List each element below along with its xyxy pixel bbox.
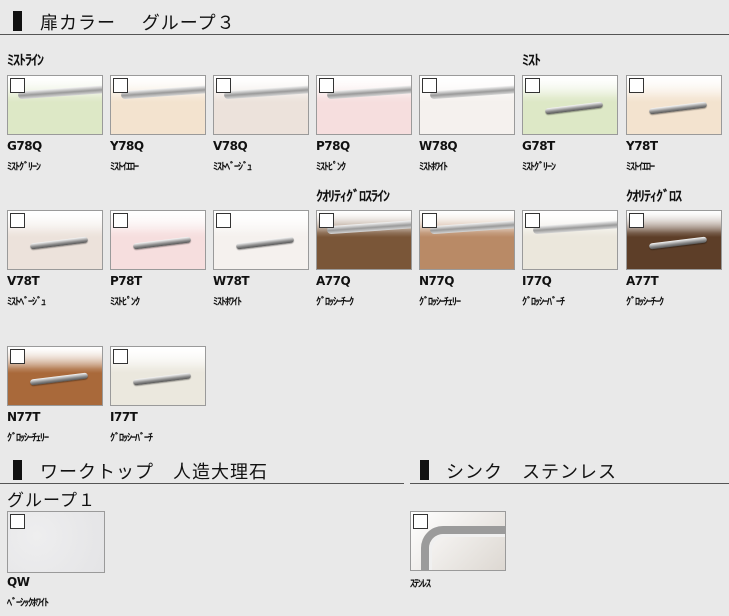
swatch-name: ﾐｽﾄﾍﾞｰｼﾞｭ bbox=[7, 297, 46, 308]
swatch-name: ﾐｽﾄｸﾞﾘｰﾝ bbox=[522, 162, 556, 173]
checkbox[interactable] bbox=[413, 514, 428, 529]
swatch-name: ﾐｽﾄﾋﾟﾝｸ bbox=[110, 297, 140, 308]
checkbox[interactable] bbox=[216, 213, 231, 228]
sink-basin-highlight bbox=[429, 534, 505, 570]
bar-handle bbox=[132, 372, 192, 386]
checkbox[interactable] bbox=[422, 78, 437, 93]
section-marker bbox=[13, 460, 22, 480]
door-swatch[interactable] bbox=[522, 75, 618, 135]
door-swatch[interactable] bbox=[110, 210, 206, 270]
worktop-section-title: ワークトップ 人造大理石 bbox=[40, 462, 268, 483]
swatch-code: W78T bbox=[213, 274, 250, 288]
swatch-name: ｸﾞﾛｯｼｰﾁｪﾘｰ bbox=[7, 433, 49, 444]
bar-handle bbox=[29, 372, 89, 386]
worktop-code: QW bbox=[7, 575, 30, 589]
door-swatch[interactable] bbox=[419, 210, 515, 270]
divider bbox=[410, 483, 729, 484]
door-swatch[interactable] bbox=[316, 75, 412, 135]
subheading-mist-line: ﾐｽﾄﾗｲﾝ bbox=[7, 53, 44, 69]
swatch-name: ｸﾞﾛｯｼｰﾁｪﾘｰ bbox=[419, 297, 461, 308]
divider bbox=[0, 483, 404, 484]
checkbox[interactable] bbox=[113, 78, 128, 93]
swatch-name: ﾐｽﾄｲｴﾛｰ bbox=[110, 162, 139, 173]
swatch-code: Y78Q bbox=[110, 139, 144, 153]
section-marker bbox=[13, 11, 22, 31]
door-swatch[interactable] bbox=[7, 210, 103, 270]
swatch-code: W78Q bbox=[419, 139, 458, 153]
swatch-code: P78T bbox=[110, 274, 142, 288]
swatch-code: Y78T bbox=[626, 139, 658, 153]
bar-handle bbox=[132, 236, 192, 250]
checkbox[interactable] bbox=[216, 78, 231, 93]
sink-section-header: シンク ステンレス bbox=[410, 457, 729, 483]
door-swatch[interactable] bbox=[110, 75, 206, 135]
swatch-code: V78Q bbox=[213, 139, 248, 153]
swatch-code: P78Q bbox=[316, 139, 350, 153]
subheading-glossy: ｸｵﾘﾃｨｸﾞﾛｽ bbox=[626, 189, 682, 205]
bar-handle bbox=[544, 101, 604, 115]
swatch-code: N77T bbox=[7, 410, 40, 424]
sink-swatch[interactable] bbox=[410, 511, 506, 571]
checkbox[interactable] bbox=[10, 213, 25, 228]
swatch-code: V78T bbox=[7, 274, 40, 288]
worktop-name: ﾍﾞｰｼｯｸﾎﾜｲﾄ bbox=[7, 598, 49, 609]
worktop-section-header: ワークトップ 人造大理石 bbox=[0, 457, 404, 483]
bar-handle bbox=[29, 236, 89, 250]
door-swatch[interactable] bbox=[213, 210, 309, 270]
section-marker bbox=[420, 460, 429, 480]
door-swatch[interactable] bbox=[7, 75, 103, 135]
swatch-code: I77T bbox=[110, 410, 138, 424]
swatch-name: ﾐｽﾄﾎﾜｲﾄ bbox=[213, 297, 242, 308]
swatch-name: ﾐｽﾄｸﾞﾘｰﾝ bbox=[7, 162, 41, 173]
checkbox[interactable] bbox=[525, 78, 540, 93]
door-swatch[interactable] bbox=[626, 75, 722, 135]
checkbox[interactable] bbox=[10, 514, 25, 529]
swatch-code: N77Q bbox=[419, 274, 454, 288]
subheading-mist: ﾐｽﾄ bbox=[522, 53, 541, 69]
sink-section-title: シンク ステンレス bbox=[446, 462, 617, 483]
sink-name: ｽﾃﾝﾚｽ bbox=[410, 579, 431, 590]
swatch-name: ｸﾞﾛｯｼｰﾁｰｸ bbox=[316, 297, 354, 308]
door-swatch[interactable] bbox=[419, 75, 515, 135]
bar-handle bbox=[235, 236, 295, 250]
checkbox[interactable] bbox=[10, 349, 25, 364]
subheading-glossy-line: ｸｵﾘﾃｨｸﾞﾛｽﾗｲﾝ bbox=[316, 189, 390, 205]
bar-handle bbox=[648, 101, 708, 115]
swatch-code: A77T bbox=[626, 274, 659, 288]
door-swatch[interactable] bbox=[522, 210, 618, 270]
checkbox[interactable] bbox=[113, 349, 128, 364]
worktop-swatch[interactable] bbox=[7, 511, 105, 573]
checkbox[interactable] bbox=[319, 78, 334, 93]
door-swatch[interactable] bbox=[110, 346, 206, 406]
worktop-group-label: グループ１ bbox=[7, 491, 96, 511]
checkbox[interactable] bbox=[422, 213, 437, 228]
door-swatch[interactable] bbox=[626, 210, 722, 270]
door-section-title: 扉カラー グループ３ bbox=[40, 13, 236, 34]
door-section-header: 扉カラー グループ３ bbox=[0, 8, 729, 34]
bar-handle bbox=[648, 236, 708, 250]
swatch-name: ﾐｽﾄﾋﾟﾝｸ bbox=[316, 162, 346, 173]
checkbox[interactable] bbox=[525, 213, 540, 228]
divider bbox=[0, 34, 729, 35]
door-swatch[interactable] bbox=[7, 346, 103, 406]
swatch-code: A77Q bbox=[316, 274, 351, 288]
swatch-name: ｸﾞﾛｯｼｰﾁｰｸ bbox=[626, 297, 664, 308]
checkbox[interactable] bbox=[113, 213, 128, 228]
swatch-code: G78T bbox=[522, 139, 555, 153]
swatch-name: ｸﾞﾛｯｼｰﾊﾞｰﾁ bbox=[110, 433, 153, 444]
swatch-name: ｸﾞﾛｯｼｰﾊﾞｰﾁ bbox=[522, 297, 565, 308]
door-swatch[interactable] bbox=[213, 75, 309, 135]
swatch-name: ﾐｽﾄｲｴﾛｰ bbox=[626, 162, 655, 173]
checkbox[interactable] bbox=[629, 78, 644, 93]
checkbox[interactable] bbox=[629, 213, 644, 228]
swatch-code: I77Q bbox=[522, 274, 552, 288]
checkbox[interactable] bbox=[10, 78, 25, 93]
door-swatch[interactable] bbox=[316, 210, 412, 270]
swatch-name: ﾐｽﾄﾍﾞｰｼﾞｭ bbox=[213, 162, 252, 173]
checkbox[interactable] bbox=[319, 213, 334, 228]
swatch-name: ﾐｽﾄﾎﾜｲﾄ bbox=[419, 162, 448, 173]
swatch-code: G78Q bbox=[7, 139, 42, 153]
